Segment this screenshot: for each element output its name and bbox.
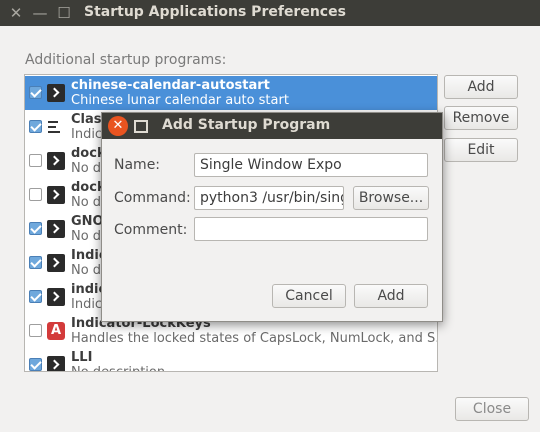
enable-checkbox[interactable] [29,86,42,99]
terminal-icon [47,254,65,272]
enable-checkbox[interactable] [29,256,42,269]
close-window-icon[interactable]: ✕ [6,3,26,23]
program-description: Chinese lunar calendar auto start [71,93,289,108]
red-a-icon: A [47,322,65,340]
comment-field[interactable] [194,217,428,241]
command-label: Command: [114,190,191,206]
window-title: Startup Applications Preferences [84,4,346,20]
remove-button[interactable]: Remove [444,106,518,130]
enable-checkbox[interactable] [29,188,42,201]
terminal-icon [47,84,65,102]
terminal-icon [47,152,65,170]
program-description: Indic [71,127,103,142]
program-name: LLI [71,350,93,365]
terminal-icon [47,186,65,204]
enable-checkbox[interactable] [29,358,42,371]
terminal-icon [47,288,65,306]
enable-checkbox[interactable] [29,290,42,303]
program-row[interactable]: LLINo description [25,348,437,371]
browse-button[interactable]: Browse... [353,186,429,210]
comment-label: Comment: [114,222,188,238]
enable-checkbox[interactable] [29,324,42,337]
close-button[interactable]: Close [455,397,529,421]
edit-button[interactable]: Edit [444,138,518,162]
command-field[interactable]: python3 /usr/bin/singl [194,186,344,210]
cancel-button[interactable]: Cancel [272,284,346,308]
program-name: chinese-calendar-autostart [71,78,270,93]
program-row[interactable]: chinese-calendar-autostart Chinese lunar … [25,76,437,110]
program-description: No description [71,365,165,371]
dialog-add-button[interactable]: Add [354,284,428,308]
enable-checkbox[interactable] [29,154,42,167]
terminal-icon [47,220,65,238]
maximize-window-icon[interactable]: ☐ [54,3,74,23]
dialog-titlebar: ✕ Add Startup Program [102,113,442,139]
program-description: Handles the locked states of CapsLock, N… [71,331,438,346]
dialog-close-icon[interactable]: ✕ [108,116,128,136]
section-label: Additional startup programs: [25,52,227,68]
window-titlebar: ✕ — ☐ Startup Applications Preferences [0,0,540,26]
name-label: Name: [114,157,161,173]
name-field[interactable]: Single Window Expo [194,153,428,177]
minimize-window-icon[interactable]: — [30,3,50,23]
dialog-maximize-icon[interactable] [134,120,148,133]
program-name: GNO [71,214,104,229]
enable-checkbox[interactable] [29,222,42,235]
enable-checkbox[interactable] [29,120,42,133]
add-startup-program-dialog: ✕ Add Startup Program Name: Single Windo… [101,112,443,322]
add-button[interactable]: Add [444,75,518,99]
list-icon [47,118,65,136]
dialog-title: Add Startup Program [162,117,331,133]
terminal-icon [47,356,65,371]
